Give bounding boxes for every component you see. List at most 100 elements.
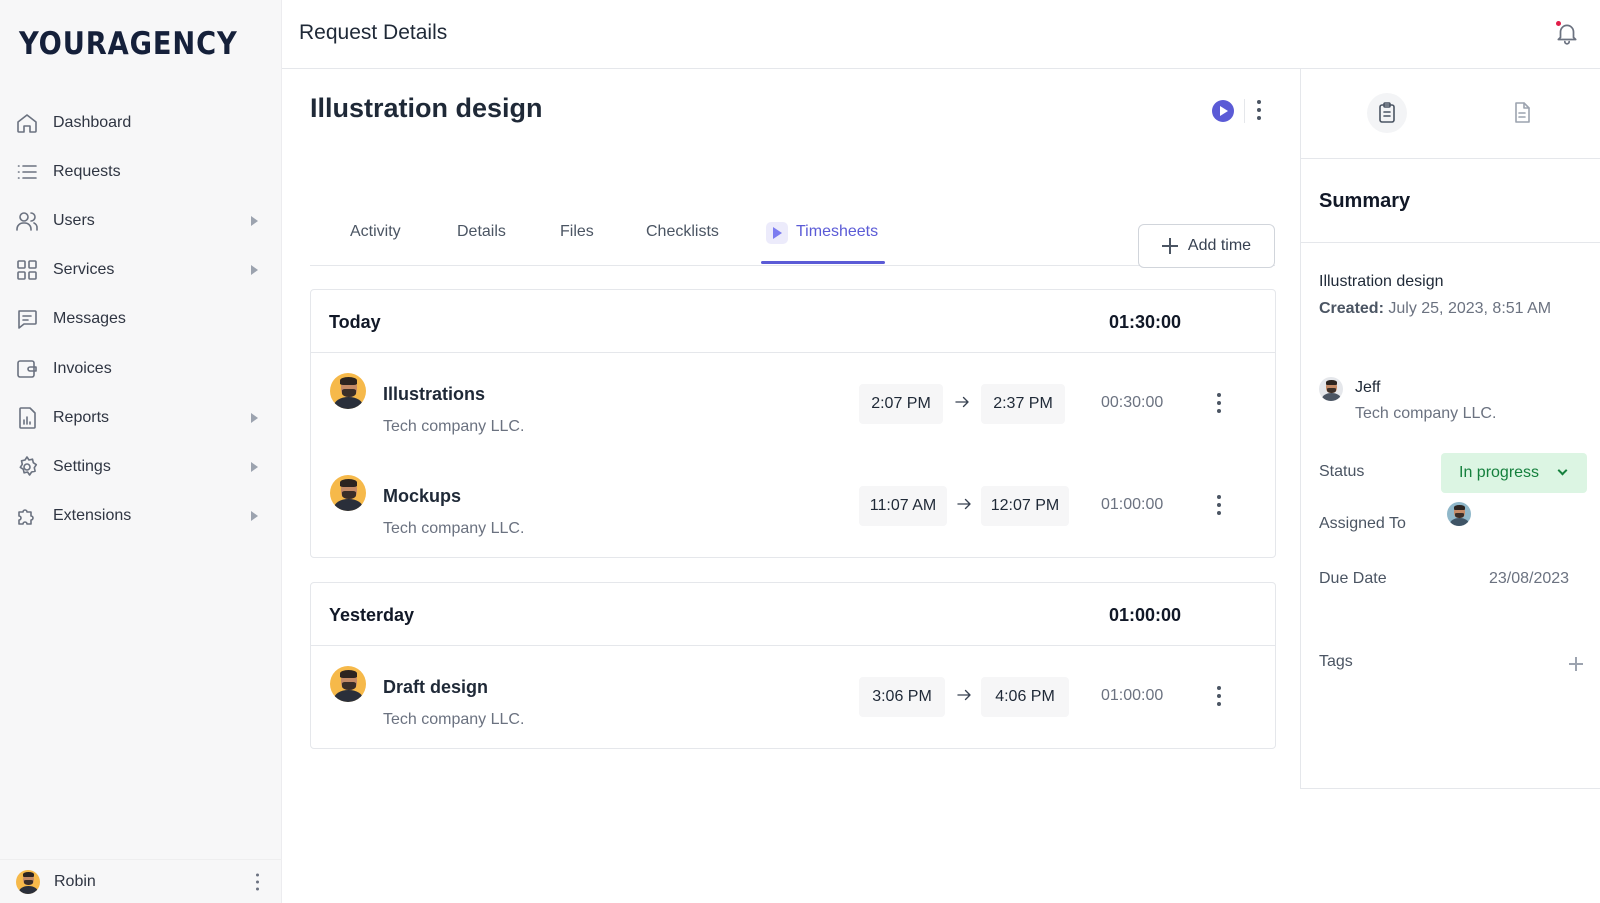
- summary-created: Created: July 25, 2023, 8:51 AM: [1319, 300, 1551, 318]
- gear-icon: [19, 456, 38, 476]
- plus-icon: [1161, 238, 1178, 254]
- sidebar-item-label: Extensions: [53, 507, 132, 525]
- group-label: Yesterday: [329, 605, 415, 625]
- status-value: In progress: [1459, 464, 1540, 481]
- chevron-down-icon: [1557, 465, 1568, 476]
- caret-right-icon[interactable]: [251, 511, 258, 522]
- client-name[interactable]: Jeff: [1355, 379, 1381, 397]
- entry-menu-icon[interactable]: [1213, 393, 1225, 413]
- summary-request-name: Illustration design: [1319, 273, 1444, 290]
- group-total: 01:30:00: [1109, 312, 1182, 332]
- clipboard-icon[interactable]: [1367, 93, 1407, 133]
- user-menu-icon[interactable]: [251, 873, 263, 890]
- group-header: Today 01:30:00: [311, 290, 1275, 353]
- active-tab-indicator: [761, 261, 885, 264]
- entry-company: Tech company LLC.: [383, 520, 525, 537]
- sidebar-item-messages[interactable]: Messages: [0, 295, 282, 344]
- status-label: Status: [1319, 463, 1365, 480]
- home-icon: [17, 113, 37, 133]
- start-timer-button[interactable]: [1212, 100, 1234, 122]
- end-time[interactable]: 12:07 PM: [981, 486, 1069, 526]
- entry-menu-icon[interactable]: [1213, 495, 1225, 515]
- add-tag-icon[interactable]: [1569, 657, 1583, 671]
- arrow-right-icon: [955, 495, 973, 513]
- entry-menu-icon[interactable]: [1213, 686, 1225, 706]
- entry-company: Tech company LLC.: [383, 711, 525, 728]
- tab-details[interactable]: Details: [457, 223, 506, 241]
- caret-right-icon[interactable]: [251, 461, 258, 472]
- tabs-divider: [310, 265, 1275, 266]
- brand-logo[interactable]: YOURAGENCY: [19, 26, 238, 62]
- page-title: Request Details: [299, 21, 448, 44]
- start-time[interactable]: 11:07 AM: [859, 486, 947, 526]
- group-header: Yesterday 01:00:00: [311, 583, 1275, 646]
- sidebar-item-dashboard[interactable]: Dashboard: [0, 98, 282, 147]
- notification-dot: [1556, 21, 1561, 26]
- tab-checklists[interactable]: Checklists: [646, 223, 719, 241]
- timesheet-play-icon: [766, 222, 788, 244]
- sidebar-item-requests[interactable]: Requests: [0, 147, 282, 196]
- sidebar-item-label: Invoices: [53, 359, 112, 377]
- sidebar-item-users[interactable]: Users: [0, 196, 282, 245]
- current-user[interactable]: Robin: [0, 859, 282, 903]
- avatar: [1319, 377, 1343, 401]
- request-menu-icon[interactable]: [1253, 100, 1265, 120]
- caret-right-icon[interactable]: [251, 215, 258, 226]
- created-label: Created:: [1319, 300, 1384, 317]
- tab-files[interactable]: Files: [560, 223, 594, 241]
- current-user-name: Robin: [54, 872, 96, 890]
- end-time[interactable]: 4:06 PM: [981, 677, 1069, 717]
- entry-company: Tech company LLC.: [383, 418, 525, 435]
- summary-panel: Summary Illustration design Created: Jul…: [1300, 69, 1600, 789]
- start-time[interactable]: 2:07 PM: [859, 384, 943, 424]
- entry-name: Draft design: [383, 677, 489, 697]
- avatar: [330, 666, 366, 702]
- users-icon: [16, 212, 38, 231]
- list-icon: [17, 164, 37, 179]
- assignee-avatar[interactable]: [1447, 502, 1471, 526]
- summary-header: Summary: [1301, 159, 1600, 243]
- caret-right-icon[interactable]: [251, 412, 258, 423]
- end-time[interactable]: 2:37 PM: [981, 384, 1065, 424]
- assigned-label: Assigned To: [1319, 515, 1406, 532]
- tags-label: Tags: [1319, 653, 1353, 670]
- entry-name: Illustrations: [383, 384, 486, 404]
- sidebar-item-label: Settings: [53, 457, 111, 475]
- caret-right-icon[interactable]: [251, 265, 258, 276]
- status-dropdown[interactable]: In progress: [1441, 453, 1587, 493]
- report-icon: [19, 406, 36, 429]
- divider: [1244, 99, 1245, 123]
- puzzle-icon: [18, 509, 34, 525]
- sidebar-item-reports[interactable]: Reports: [0, 393, 282, 442]
- created-value: July 25, 2023, 8:51 AM: [1388, 300, 1552, 317]
- sidebar-item-services[interactable]: Services: [0, 246, 282, 295]
- sidebar-item-settings[interactable]: Settings: [0, 442, 282, 491]
- topbar: Request Details: [282, 0, 1600, 69]
- sidebar-item-label: Messages: [53, 310, 126, 328]
- sidebar-item-label: Services: [53, 261, 115, 279]
- panel-tabs: [1301, 69, 1600, 159]
- message-icon: [18, 310, 37, 330]
- entry-duration: 00:30:00: [1101, 394, 1164, 411]
- tab-timesheets[interactable]: Timesheets: [796, 223, 878, 241]
- sidebar-item-extensions[interactable]: Extensions: [0, 492, 282, 541]
- time-entry: Mockups Tech company LLC. 11:07 AM 12:07…: [311, 455, 1275, 557]
- summary-title: Summary: [1319, 190, 1411, 212]
- tab-activity[interactable]: Activity: [350, 223, 401, 241]
- time-entry: Draft design Tech company LLC. 3:06 PM 4…: [311, 646, 1275, 748]
- notification-bell-icon[interactable]: [1554, 20, 1580, 46]
- sidebar-item-label: Users: [53, 211, 95, 229]
- client-company: Tech company LLC.: [1355, 405, 1497, 422]
- add-time-label: Add time: [1187, 237, 1252, 254]
- timesheet-group-yesterday: Yesterday 01:00:00 Draft design Tech com…: [310, 582, 1276, 749]
- document-icon[interactable]: [1502, 93, 1542, 133]
- avatar: [330, 373, 366, 409]
- arrow-right-icon: [953, 393, 971, 411]
- due-date-value[interactable]: 23/08/2023: [1489, 570, 1569, 588]
- sidebar: YOURAGENCY Dashboard Requests Users Serv…: [0, 0, 282, 903]
- start-time[interactable]: 3:06 PM: [859, 677, 945, 717]
- sidebar-item-invoices[interactable]: Invoices: [0, 344, 282, 393]
- sidebar-item-label: Reports: [53, 408, 110, 426]
- sidebar-nav: Dashboard Requests Users Services Messag…: [0, 98, 282, 541]
- add-time-button[interactable]: Add time: [1138, 224, 1275, 268]
